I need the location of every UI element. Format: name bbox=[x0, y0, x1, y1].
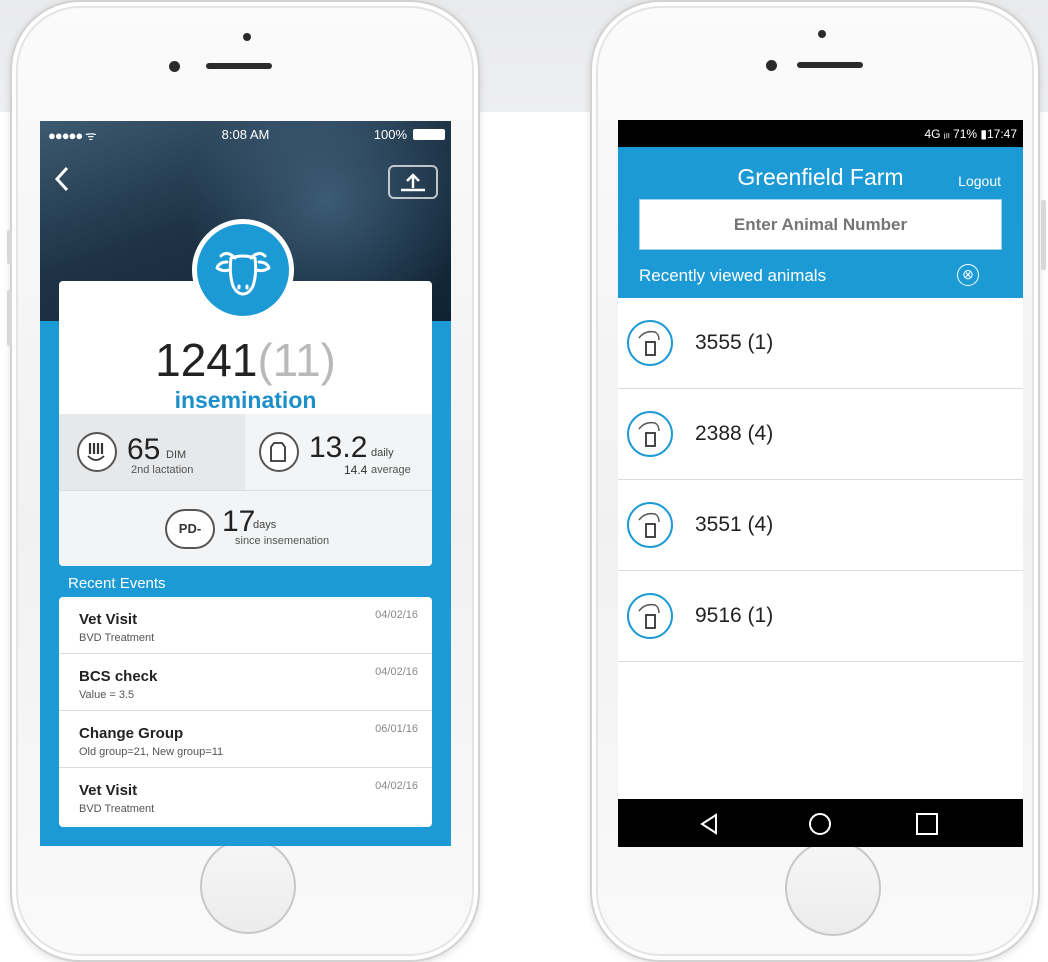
milk-unit: daily bbox=[371, 447, 394, 459]
animal-number: 3555 (1) bbox=[695, 331, 774, 354]
milk-bottle-icon bbox=[259, 432, 299, 472]
share-icon bbox=[401, 173, 425, 192]
event-row[interactable]: Vet Visit BVD Treatment 04/02/16 bbox=[59, 597, 432, 654]
dim-value: 65 bbox=[127, 433, 161, 466]
mute-switch bbox=[7, 230, 12, 264]
right-home-button[interactable] bbox=[785, 840, 881, 936]
dim-unit: DIM bbox=[166, 449, 187, 461]
animal-number: 2388 (4) bbox=[695, 422, 774, 445]
pd-days-unit: days bbox=[253, 519, 277, 531]
recents-square-icon bbox=[916, 813, 938, 835]
home-circle-icon bbox=[809, 813, 831, 835]
left-front-camera bbox=[169, 61, 180, 72]
recent-animal-row[interactable]: 2388 (4) bbox=[618, 389, 1023, 480]
left-screen: ●●●●● ᯤ 8:08 AM 100% 1241(11) inseminati… bbox=[40, 121, 451, 846]
left-proximity-sensor bbox=[243, 33, 251, 41]
event-description: Value = 3.5 bbox=[79, 689, 135, 701]
logout-link[interactable]: Logout bbox=[958, 173, 1001, 189]
dim-stat: 65 DIM 2nd lactation bbox=[59, 414, 245, 490]
event-row[interactable]: Vet Visit BVD Treatment 04/02/16 bbox=[59, 768, 432, 825]
animal-card: 1241(11) insemination 65 DIM 2nd lactati… bbox=[59, 281, 432, 566]
battery-icon bbox=[413, 129, 445, 140]
nav-recents-button[interactable] bbox=[914, 811, 940, 837]
barcode-icon bbox=[77, 432, 117, 472]
android-nav-bar bbox=[618, 799, 1023, 847]
event-description: BVD Treatment bbox=[79, 632, 155, 644]
milk-average-value: 14.4 bbox=[344, 463, 368, 477]
right-proximity-sensor bbox=[818, 30, 826, 38]
recent-animal-row[interactable]: 3555 (1) bbox=[618, 298, 1023, 389]
lactation-label: 2nd lactation bbox=[131, 464, 194, 476]
event-title: Vet Visit bbox=[79, 782, 138, 799]
battery-percent: 100% bbox=[373, 127, 407, 142]
back-triangle-icon bbox=[700, 813, 717, 835]
animal-number: 3551 (4) bbox=[695, 513, 774, 536]
recent-animal-row[interactable]: 3551 (4) bbox=[618, 480, 1023, 571]
milk-stat: 13.2 daily 14.4 average bbox=[245, 414, 432, 490]
event-date: 04/02/16 bbox=[375, 780, 418, 792]
event-date: 04/02/16 bbox=[375, 609, 418, 621]
recent-events-title: Recent Events bbox=[68, 575, 166, 592]
event-date: 04/02/16 bbox=[375, 666, 418, 678]
event-description: BVD Treatment bbox=[79, 803, 155, 815]
recently-viewed-label: Recently viewed animals bbox=[639, 266, 827, 285]
stats-row: 65 DIM 2nd lactation 13.2 daily 14.4 ave… bbox=[59, 414, 432, 490]
right-speaker bbox=[797, 62, 863, 68]
cow-milk-icon bbox=[627, 502, 673, 548]
power-button bbox=[1041, 200, 1046, 270]
event-date: 06/01/16 bbox=[375, 723, 418, 735]
event-title: BCS check bbox=[79, 668, 158, 685]
cow-milk-icon bbox=[627, 320, 673, 366]
pd-status-badge: PD- bbox=[165, 509, 215, 549]
milk-average-label: average bbox=[371, 464, 411, 476]
volume-up-button bbox=[7, 290, 12, 346]
cow-milk-icon bbox=[627, 593, 673, 639]
right-front-camera bbox=[766, 60, 777, 71]
ios-status-bar: ●●●●● ᯤ 8:08 AM 100% bbox=[40, 121, 451, 147]
cow-head-icon bbox=[215, 251, 271, 296]
event-description: Old group=21, New group=11 bbox=[79, 746, 224, 758]
nav-back-button[interactable] bbox=[696, 811, 722, 837]
animal-number-input[interactable] bbox=[639, 199, 1002, 250]
nav-home-button[interactable] bbox=[807, 811, 833, 837]
status-info: 4G ᵢₗₗ 71% ▮17:47 bbox=[924, 127, 1017, 141]
milk-value: 13.2 bbox=[309, 431, 368, 464]
cow-milk-icon bbox=[627, 411, 673, 457]
animal-id: 1241 bbox=[155, 334, 258, 386]
recent-events-list: Vet Visit BVD Treatment 04/02/16 BCS che… bbox=[59, 597, 432, 827]
left-home-button[interactable] bbox=[200, 838, 296, 934]
farm-header: Greenfield Farm Logout Recently viewed a… bbox=[618, 147, 1023, 298]
event-row[interactable]: Change Group Old group=21, New group=11 … bbox=[59, 711, 432, 768]
pd-since-label: since insemenation bbox=[235, 535, 330, 547]
chevron-left-icon bbox=[54, 166, 69, 192]
pd-days-value: 17 bbox=[222, 505, 256, 538]
back-button[interactable] bbox=[54, 165, 74, 195]
right-screen: 4G ᵢₗₗ 71% ▮17:47 Greenfield Farm Logout… bbox=[618, 120, 1023, 847]
recent-animal-row[interactable]: 9516 (1) bbox=[618, 571, 1023, 662]
animal-number: 9516 (1) bbox=[695, 604, 774, 627]
android-status-bar: 4G ᵢₗₗ 71% ▮17:47 bbox=[618, 120, 1023, 147]
event-title: Change Group bbox=[79, 725, 184, 742]
share-button[interactable] bbox=[388, 165, 438, 199]
current-event-type: insemination bbox=[174, 387, 317, 413]
lactation-number: (11) bbox=[257, 334, 336, 386]
clear-recent-icon[interactable]: ⊗ bbox=[957, 264, 979, 286]
cow-badge bbox=[192, 219, 294, 321]
pregnancy-stat: PD- 17 days since insemenation bbox=[59, 490, 432, 566]
event-row[interactable]: BCS check Value = 3.5 04/02/16 bbox=[59, 654, 432, 711]
left-speaker bbox=[206, 63, 272, 69]
animal-id-heading: 1241(11) bbox=[59, 333, 432, 387]
event-title: Vet Visit bbox=[79, 611, 138, 628]
